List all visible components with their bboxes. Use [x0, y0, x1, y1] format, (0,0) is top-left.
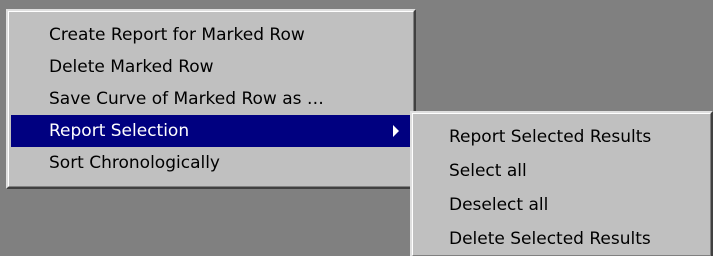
- menu-item-label: Save Curve of Marked Row as …: [49, 89, 324, 109]
- submenu-item-select-all[interactable]: Select all: [415, 154, 708, 188]
- submenu-arrow-icon: [393, 125, 399, 137]
- menu-item-label: Delete Marked Row: [49, 57, 214, 77]
- desktop-background: Create Report for Marked Row Delete Mark…: [0, 0, 713, 256]
- menu-item-label: Create Report for Marked Row: [49, 25, 305, 45]
- submenu-item-deselect-all[interactable]: Deselect all: [415, 188, 708, 222]
- submenu-item-delete-selected-results[interactable]: Delete Selected Results: [415, 222, 708, 256]
- submenu-item-report-selected-results[interactable]: Report Selected Results: [415, 120, 708, 154]
- menu-item-report-selection[interactable]: Report Selection: [11, 115, 411, 147]
- menu-item-save-curve[interactable]: Save Curve of Marked Row as …: [11, 83, 411, 115]
- menu-item-sort-chronologically[interactable]: Sort Chronologically: [11, 147, 411, 179]
- context-menu: Create Report for Marked Row Delete Mark…: [6, 9, 416, 189]
- report-selection-submenu: Report Selected Results Select all Desel…: [410, 111, 713, 256]
- menu-item-create-report[interactable]: Create Report for Marked Row: [11, 19, 411, 51]
- menu-item-label: Sort Chronologically: [49, 153, 220, 173]
- submenu-item-label: Delete Selected Results: [449, 229, 651, 249]
- menu-item-label: Report Selection: [49, 121, 190, 141]
- submenu-item-label: Select all: [449, 161, 527, 181]
- submenu-item-label: Report Selected Results: [449, 127, 652, 147]
- submenu-item-label: Deselect all: [449, 195, 549, 215]
- menu-item-delete-marked-row[interactable]: Delete Marked Row: [11, 51, 411, 83]
